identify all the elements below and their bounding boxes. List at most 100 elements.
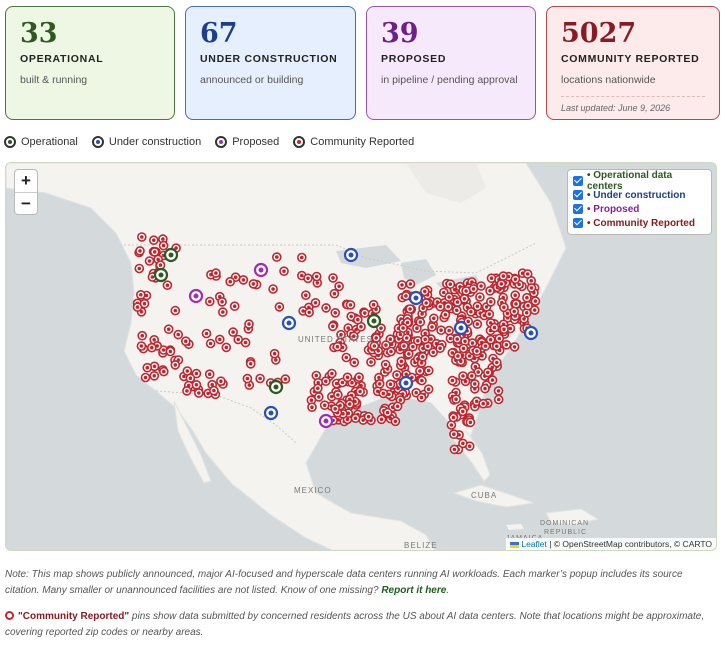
community-marker-dot — [522, 317, 526, 321]
community-marker-dot — [232, 304, 237, 308]
community-marker-dot — [363, 311, 367, 315]
legend-item-under-construction: Under construction — [91, 136, 201, 148]
community-marker-dot — [475, 349, 479, 353]
community-marker-dot — [430, 325, 434, 329]
community-marker-dot — [381, 391, 386, 396]
layer-label: • Proposed — [587, 203, 640, 215]
leaflet-link[interactable]: Leaflet — [521, 539, 547, 549]
community-marker-dot — [461, 346, 466, 351]
stat-label: UNDER CONSTRUCTION — [200, 53, 338, 65]
status-marker-dot — [458, 325, 464, 331]
community-marker-dot — [353, 416, 358, 420]
community-marker-dot — [184, 339, 188, 343]
community-marker-dot — [402, 344, 406, 348]
community-marker-dot — [388, 382, 393, 386]
community-note: "Community Reported" pins show data subm… — [5, 609, 705, 641]
community-marker-dot — [490, 378, 495, 382]
layer-toggle-operational[interactable]: • Operational data centers — [573, 170, 706, 192]
community-marker-dot — [243, 340, 248, 345]
community-marker-dot — [483, 344, 488, 348]
community-marker-dot — [207, 372, 212, 376]
attribution-text: | © OpenStreetMap contributors, © CARTO — [546, 539, 712, 549]
stat-number: 39 — [381, 18, 419, 49]
community-marker-dot — [349, 314, 354, 319]
stat-label: COMMUNITY REPORTED — [561, 53, 700, 65]
community-marker-dot — [135, 305, 140, 309]
stat-number: 5027 — [561, 18, 637, 49]
community-marker-dot — [388, 337, 393, 341]
community-marker-dot — [415, 326, 419, 330]
community-marker-dot — [145, 365, 150, 370]
community-marker-dot — [461, 374, 465, 378]
community-marker-dot — [366, 414, 371, 419]
community-marker-dot — [418, 320, 423, 324]
community-marker-dot — [526, 303, 530, 308]
stat-number: 67 — [200, 18, 238, 49]
community-marker-dot — [488, 337, 493, 342]
community-marker-dot — [138, 249, 142, 253]
checkbox-checked-icon[interactable] — [573, 218, 583, 228]
community-marker-dot — [314, 373, 319, 378]
zoom-in-button[interactable]: + — [15, 170, 37, 192]
checkbox-checked-icon[interactable] — [573, 190, 583, 200]
legend-item-operational: Operational — [4, 136, 78, 148]
community-marker-dot — [423, 337, 428, 342]
community-marker-dot — [447, 328, 451, 333]
layer-toggle-proposed[interactable]: • Proposed — [573, 202, 706, 216]
community-marker-dot — [524, 311, 529, 315]
checkbox-checked-icon[interactable] — [573, 204, 583, 214]
report-link[interactable]: Report it here — [381, 585, 446, 596]
community-marker-dot — [300, 273, 304, 278]
community-marker-dot — [513, 277, 518, 281]
community-marker-dot — [514, 302, 518, 306]
community-marker-dot — [426, 344, 430, 349]
community-marker-dot — [369, 360, 373, 364]
community-marker-dot — [161, 237, 165, 241]
checkbox-checked-icon[interactable] — [573, 176, 583, 186]
community-marker-dot — [393, 419, 398, 424]
status-marker-dot — [348, 252, 354, 258]
community-marker-dot — [379, 326, 383, 330]
community-marker-dot — [389, 349, 393, 354]
community-marker-dot — [470, 341, 475, 345]
legend-item-community-reported: Community Reported — [293, 136, 414, 148]
layer-label: • Under construction — [587, 189, 686, 201]
community-marker-dot — [455, 308, 459, 313]
community-marker-dot — [438, 346, 442, 350]
community-marker-dot — [488, 289, 492, 293]
zoom-out-button[interactable]: − — [15, 192, 37, 214]
status-marker-dot — [193, 293, 199, 299]
community-marker-dot — [277, 305, 282, 309]
community-marker-dot — [344, 355, 349, 360]
community-marker-dot — [377, 382, 382, 386]
community-marker-dot — [347, 402, 352, 406]
community-marker-dot — [301, 309, 305, 313]
community-marker-dot — [152, 238, 156, 242]
data-center-map[interactable]: UNITED STATES MEXICO CUBA BELIZE JAMAICA… — [5, 162, 717, 551]
map-label-us: UNITED STATES — [298, 335, 373, 344]
community-marker-dot — [475, 322, 480, 326]
map-label-cuba: CUBA — [471, 491, 498, 500]
legend-item-proposed: Proposed — [215, 136, 279, 148]
community-marker-dot — [352, 360, 357, 365]
community-marker-dot — [450, 378, 455, 383]
layer-toggle-community-reported[interactable]: • Community Reported — [573, 216, 706, 230]
community-marker-dot — [333, 407, 338, 411]
community-marker-dot — [475, 304, 480, 309]
community-marker-dot — [424, 301, 429, 305]
community-marker-dot — [231, 330, 235, 334]
stat-sub: in pipeline / pending approval — [381, 74, 518, 86]
community-marker-dot — [499, 282, 504, 286]
community-marker-dot — [224, 345, 229, 350]
community-marker-dot — [322, 403, 327, 407]
community-marker-dot — [173, 308, 178, 313]
community-marker-dot — [461, 441, 465, 446]
community-marker-dot — [150, 345, 154, 350]
community-marker-dot — [194, 371, 199, 376]
community-marker-dot — [467, 444, 472, 449]
community-marker-dot — [330, 371, 334, 376]
community-marker-dot — [332, 291, 337, 296]
community-marker-dot — [185, 389, 189, 393]
community-marker-dot — [461, 409, 465, 414]
note-text: Note: This map shows publicly announced,… — [5, 569, 683, 596]
